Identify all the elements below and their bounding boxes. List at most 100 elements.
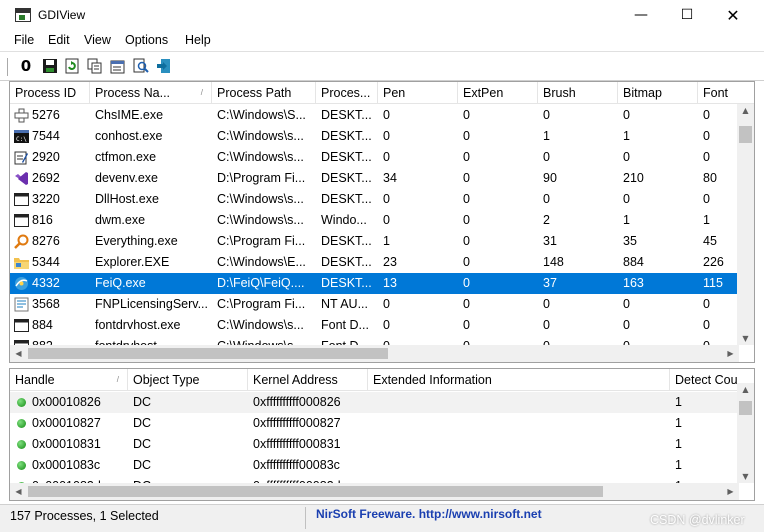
process-cell-pen: 0 (383, 297, 390, 311)
process-cell-path: C:\Windows\S... (217, 108, 306, 122)
licensing-icon (14, 297, 29, 312)
process-row[interactable]: 884 fontdrvhost.exe C:\Windows\s... Font D.… (10, 315, 737, 336)
scroll-right-arrow-icon[interactable]: ▶ (722, 487, 739, 496)
refresh-icon[interactable] (63, 57, 81, 75)
process-row[interactable]: 5344 Explorer.EXE C:\Windows\E... DESKT... 2… (10, 252, 737, 273)
process-row[interactable]: 3220 DllHost.exe C:\Windows\s... DESKT... 0 0… (10, 189, 737, 210)
process-cell-proc: Windo... (321, 213, 367, 227)
process-cell-pen: 0 (383, 108, 390, 122)
process-row[interactable]: 5276 ChsIME.exe C:\Windows\S... DESKT... 0 0 0… (10, 105, 737, 126)
horizontal-scroll-thumb[interactable] (28, 348, 388, 359)
process-list-horizontal-scrollbar[interactable]: ◀ ▶ (10, 345, 739, 362)
handle-row[interactable]: 0x00010831 DC 0xffffffffff000831 1 (10, 434, 739, 455)
find-icon[interactable] (132, 57, 150, 75)
window-icon (14, 318, 29, 333)
process-cell-pid: 816 (32, 213, 53, 227)
minimize-button[interactable]: — (618, 0, 664, 31)
column-header-process-path[interactable]: Process Path (212, 82, 316, 104)
exit-icon[interactable] (155, 57, 173, 75)
scroll-down-arrow-icon[interactable]: ▼ (737, 472, 754, 481)
handle-row[interactable]: 0x00010826 DC 0xffffffffff000826 1 (10, 392, 739, 413)
process-row[interactable]: 8276 Everything.exe C:\Program Fi... DESKT.… (10, 231, 737, 252)
green-dot-icon (17, 461, 26, 470)
handle-list-header: Handle / Object Type Kernel Address Exte… (10, 369, 754, 391)
process-cell-bitmap: 0 (623, 297, 630, 311)
menu-view[interactable]: View (84, 33, 111, 47)
process-cell-extpen: 0 (463, 255, 470, 269)
column-header-extended-information[interactable]: Extended Information (368, 369, 670, 391)
process-cell-font: 0 (703, 150, 710, 164)
status-bar: 157 Processes, 1 Selected NirSoft Freewa… (0, 504, 764, 532)
horizontal-scroll-thumb[interactable] (28, 486, 603, 497)
column-header-brush[interactable]: Brush (538, 82, 618, 104)
column-header-handle[interactable]: Handle / (10, 369, 128, 391)
process-row[interactable]: 4332 FeiQ.exe D:\FeiQ\FeiQ.... DESKT... 13 0 3… (10, 273, 737, 294)
vertical-scroll-thumb[interactable] (739, 126, 752, 143)
menu-options[interactable]: Options (125, 33, 168, 47)
scroll-right-arrow-icon[interactable]: ▶ (722, 349, 739, 358)
column-header-kernel-address[interactable]: Kernel Address (248, 369, 368, 391)
console-icon: C:\ (14, 129, 29, 144)
process-row[interactable]: 2920 ctfmon.exe C:\Windows\s... DESKT... 0 0 0… (10, 147, 737, 168)
handle-cell-handle: 0x00010827 (32, 416, 101, 430)
column-header-process-id[interactable]: Process ID (10, 82, 90, 104)
handle-list-horizontal-scrollbar[interactable]: ◀ ▶ (10, 483, 739, 500)
close-button[interactable]: ✕ (710, 0, 756, 31)
menu-file[interactable]: File (14, 33, 34, 47)
process-cell-pid: 2920 (32, 150, 60, 164)
menu-edit[interactable]: Edit (48, 33, 70, 47)
copy-icon[interactable] (86, 57, 104, 75)
handle-list[interactable]: Handle / Object Type Kernel Address Exte… (9, 368, 755, 501)
process-cell-font: 45 (703, 234, 717, 248)
column-header-process-user[interactable]: Proces... (316, 82, 378, 104)
process-cell-bitmap: 884 (623, 255, 644, 269)
process-cell-bitmap: 0 (623, 318, 630, 332)
column-header-pen[interactable]: Pen (378, 82, 458, 104)
scroll-left-arrow-icon[interactable]: ◀ (10, 487, 27, 496)
scroll-left-arrow-icon[interactable]: ◀ (10, 349, 27, 358)
process-cell-path: C:\Windows\s... (217, 192, 304, 206)
handle-cell-count: 1 (675, 458, 682, 472)
scroll-down-arrow-icon[interactable]: ▼ (737, 334, 754, 343)
scroll-up-arrow-icon[interactable]: ▲ (737, 385, 754, 394)
handle-row[interactable]: 0x00010827 DC 0xffffffffff000827 1 (10, 413, 739, 434)
column-header-process-name[interactable]: Process Na... / (90, 82, 212, 104)
process-cell-pid: 884 (32, 318, 53, 332)
feiq-icon (14, 276, 29, 291)
process-cell-pen: 0 (383, 150, 390, 164)
process-row[interactable]: 3568 FNPLicensingServ... C:\Program Fi... N… (10, 294, 737, 315)
process-row[interactable]: 2692 devenv.exe D:\Program Fi... DESKT... 34… (10, 168, 737, 189)
process-cell-pen: 23 (383, 255, 397, 269)
process-cell-name: Explorer.EXE (95, 255, 170, 269)
zero-button[interactable]: 0 (17, 57, 35, 75)
handle-cell-ext (368, 434, 670, 455)
column-header-extpen[interactable]: ExtPen (458, 82, 538, 104)
vertical-scroll-thumb[interactable] (739, 401, 752, 415)
process-list-vertical-scrollbar[interactable]: ▲ ▼ (737, 104, 754, 345)
handle-row[interactable]: 0x0001083c DC 0xffffffffff00083c 1 (10, 455, 739, 476)
maximize-button[interactable]: ☐ (664, 0, 710, 31)
process-cell-name: conhost.exe (95, 129, 163, 143)
process-row[interactable]: 816 dwm.exe C:\Windows\s... Windo... 0 0 2 1 1 (10, 210, 737, 231)
handle-list-vertical-scrollbar[interactable]: ▲ ▼ (737, 383, 754, 483)
save-icon[interactable] (41, 57, 59, 75)
column-header-object-type[interactable]: Object Type (128, 369, 248, 391)
scroll-up-arrow-icon[interactable]: ▲ (737, 106, 754, 115)
properties-icon[interactable] (109, 57, 127, 75)
process-cell-font: 115 (703, 276, 723, 290)
process-cell-bitmap: 0 (623, 108, 630, 122)
process-list[interactable]: Process ID Process Na... / Process Path … (9, 81, 755, 363)
process-row[interactable]: C:\ 7544 conhost.exe C:\Windows\s... DESKT..… (10, 126, 737, 147)
process-cell-bitmap: 210 (623, 171, 644, 185)
column-header-bitmap[interactable]: Bitmap (618, 82, 698, 104)
nirsoft-link[interactable]: NirSoft Freeware. http://www.nirsoft.net (316, 507, 542, 521)
process-cell-pen: 0 (383, 129, 390, 143)
process-cell-path: C:\Windows\s... (217, 150, 304, 164)
menu-help[interactable]: Help (185, 33, 211, 47)
column-header-font[interactable]: Font (698, 82, 754, 104)
process-cell-bitmap: 0 (623, 192, 630, 206)
process-cell-proc: DESKT... (321, 234, 372, 248)
process-cell-path: C:\Windows\E... (217, 255, 306, 269)
process-cell-name: fontdrvhost.exe (95, 318, 181, 332)
process-cell-extpen: 0 (463, 276, 470, 290)
